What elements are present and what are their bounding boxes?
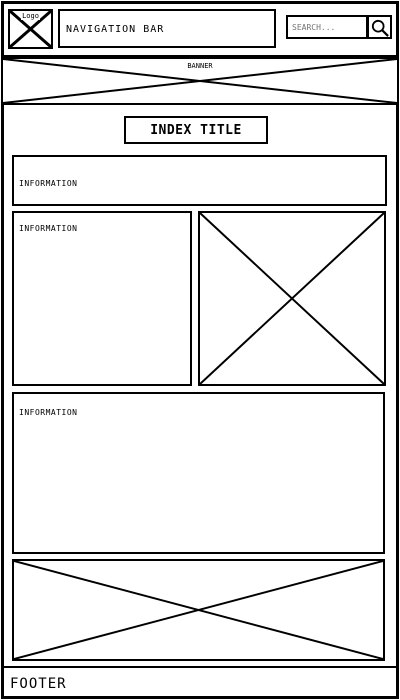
magnifier-icon xyxy=(371,19,389,37)
image-cross-icon xyxy=(14,561,383,659)
information-block: INFORMATION xyxy=(12,392,385,554)
information-block: INFORMATION xyxy=(12,155,387,206)
information-label: INFORMATION xyxy=(19,408,78,417)
index-title-box: INDEX TITLE xyxy=(124,116,268,144)
navigation-bar-label: NAVIGATION BAR xyxy=(66,24,165,35)
information-block: INFORMATION xyxy=(12,211,192,386)
information-label: INFORMATION xyxy=(19,179,78,188)
page-title: INDEX TITLE xyxy=(150,123,242,138)
logo-placeholder[interactable]: Logo xyxy=(8,9,53,49)
footer-label: FOOTER xyxy=(10,676,67,692)
information-label: INFORMATION xyxy=(19,224,78,233)
navigation-bar[interactable]: NAVIGATION BAR xyxy=(58,9,276,48)
banner-placeholder: BANNER xyxy=(3,57,397,105)
image-cross-icon xyxy=(200,213,384,384)
banner-label: BANNER xyxy=(185,62,215,70)
search-input[interactable] xyxy=(286,15,368,39)
footer-divider xyxy=(3,666,397,668)
image-placeholder xyxy=(198,211,386,386)
search-button[interactable] xyxy=(367,15,392,39)
logo-label: Logo xyxy=(21,12,40,20)
image-placeholder xyxy=(12,559,385,661)
